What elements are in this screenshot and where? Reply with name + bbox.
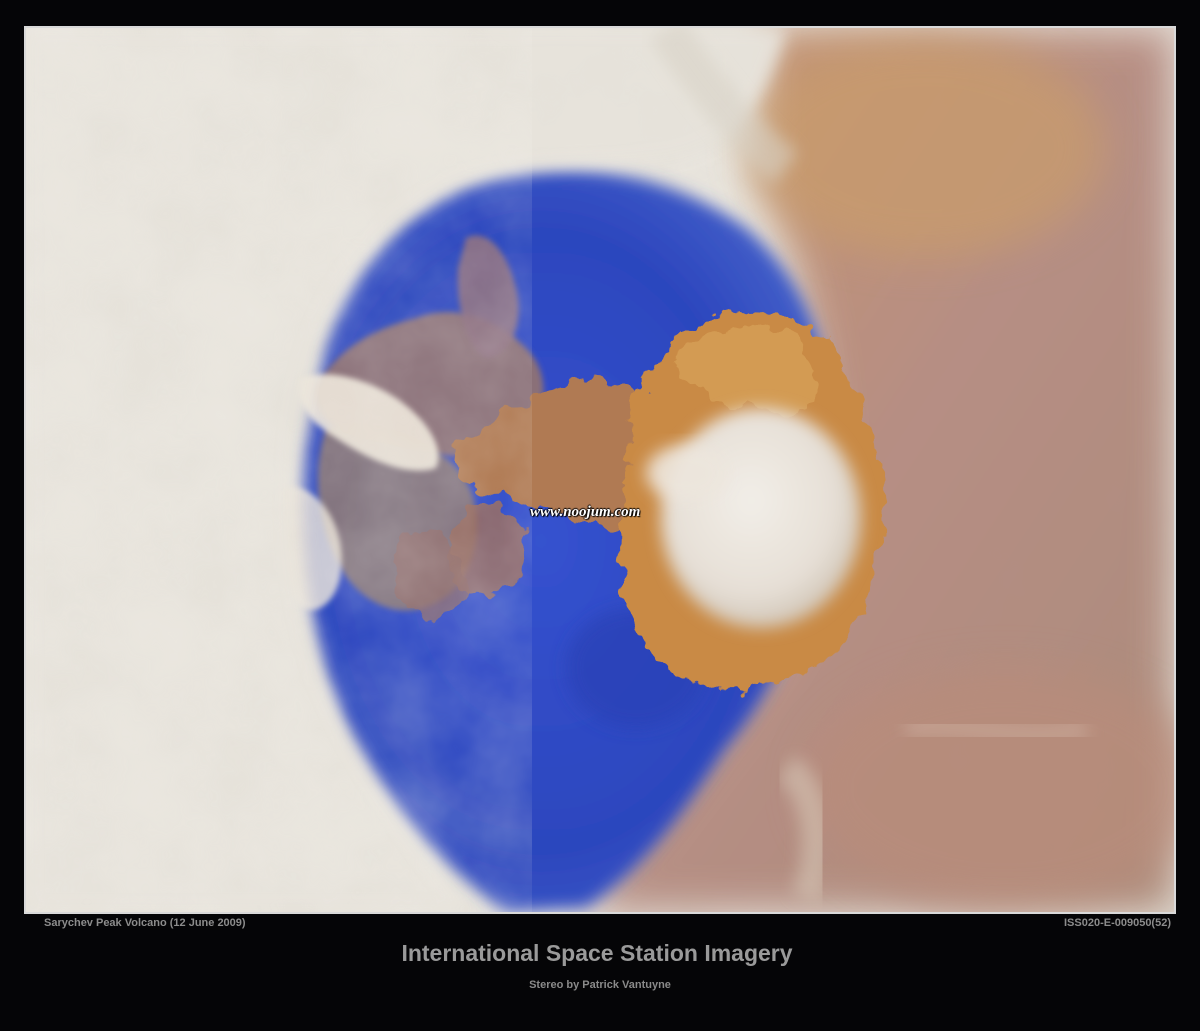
caption-location-date: Sarychev Peak Volcano (12 June 2009) — [44, 917, 246, 929]
caption-title: International Space Station Imagery — [401, 940, 793, 966]
watermark-text: www.noojum.com — [530, 504, 641, 520]
caption-credit: Stereo by Patrick Vantuyne — [529, 979, 671, 991]
caption-image-id: ISS020-E-009050(52) — [1063, 917, 1171, 929]
satellite-photo — [24, 26, 1176, 914]
volcano-eruption-image — [26, 28, 1174, 912]
